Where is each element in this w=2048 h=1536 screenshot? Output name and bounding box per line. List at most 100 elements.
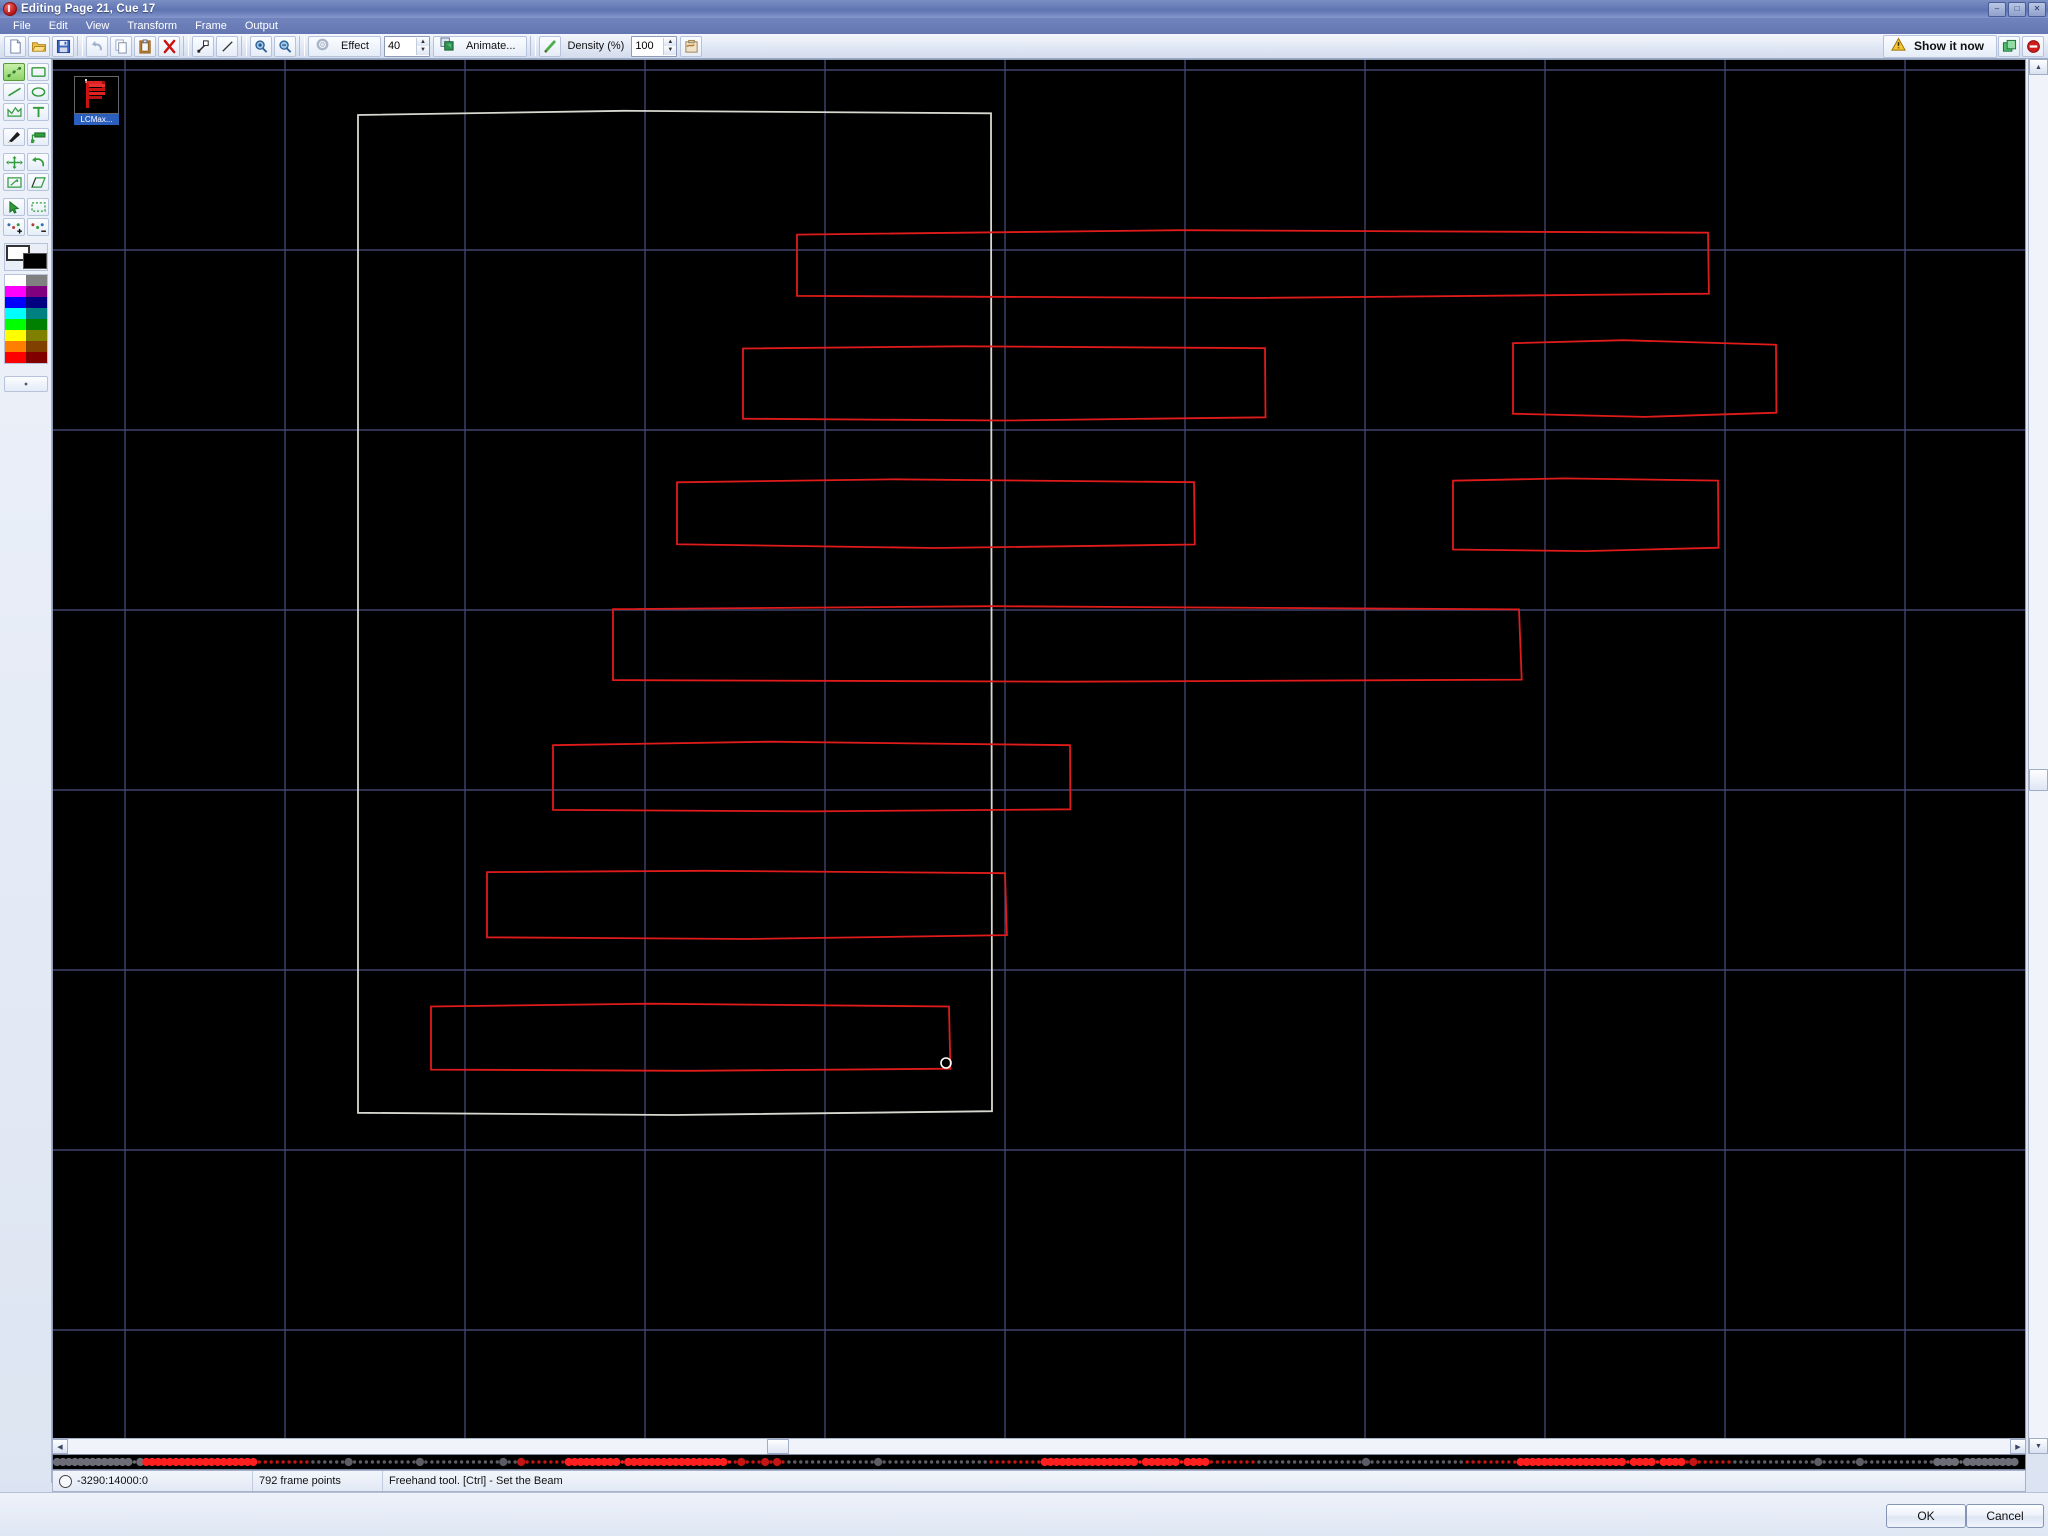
palette-swatch[interactable] [26, 308, 47, 319]
palette-swatch[interactable] [26, 352, 47, 363]
vertical-scrollbar[interactable]: ▲ ▼ [2028, 59, 2048, 1454]
frame-point-dot[interactable] [947, 1460, 952, 1464]
frame-point-dot[interactable] [1870, 1460, 1874, 1464]
show-it-now-button[interactable]: Show it now [1883, 34, 1997, 58]
frame-point-dot[interactable] [1370, 1460, 1374, 1464]
frame-point-dot[interactable] [828, 1460, 833, 1464]
frame-point-dot[interactable] [1025, 1460, 1029, 1464]
frame-point-dot[interactable] [1423, 1460, 1428, 1464]
frame-point-dot[interactable] [1376, 1460, 1380, 1464]
density-input[interactable] [632, 36, 664, 56]
frame-point-dot[interactable] [1328, 1460, 1333, 1464]
frame-point-dot[interactable] [382, 1460, 386, 1464]
frame-point-dot[interactable] [1677, 1457, 1686, 1467]
density-spinner-arrows[interactable]: ▲ ▼ [663, 37, 677, 55]
frame-point-dot[interactable] [1400, 1460, 1404, 1464]
frame-point-dot[interactable] [370, 1460, 375, 1464]
frame-point-dot[interactable] [737, 1457, 746, 1467]
frame-point-dot[interactable] [751, 1460, 755, 1464]
frame-point-dot[interactable] [293, 1460, 297, 1464]
frame-point-dot[interactable] [781, 1460, 785, 1464]
frame-point-dot[interactable] [769, 1460, 773, 1464]
frame-point-dot[interactable] [442, 1460, 446, 1464]
frame-point-dot[interactable] [1171, 1457, 1180, 1467]
delete-button[interactable] [158, 35, 180, 57]
frame-point-dot[interactable] [1129, 1457, 1139, 1467]
frame-point-dot[interactable] [983, 1460, 987, 1464]
frame-point-dot[interactable] [1340, 1460, 1344, 1464]
frame-point-dot[interactable] [1138, 1460, 1142, 1464]
paste-button[interactable] [134, 35, 156, 57]
rectangle-tool[interactable] [27, 63, 49, 81]
frame-point-dot[interactable] [495, 1460, 499, 1464]
frame-point-dot[interactable] [1647, 1457, 1656, 1467]
frame-point-dot[interactable] [394, 1460, 398, 1464]
frame-point-dot[interactable] [1697, 1460, 1701, 1464]
palette-swatch[interactable] [5, 308, 26, 319]
frame-point-dot[interactable] [1733, 1460, 1737, 1464]
save-file-button[interactable] [52, 35, 74, 57]
frame-point-dot[interactable] [132, 1460, 137, 1464]
frame-point-dot[interactable] [846, 1460, 851, 1464]
frame-point-dot[interactable] [513, 1460, 517, 1464]
frame-point-dot[interactable] [727, 1460, 732, 1464]
frame-point-dot[interactable] [1352, 1460, 1356, 1464]
palette-swatch[interactable] [5, 330, 26, 341]
frame-point-dot[interactable] [1923, 1460, 1928, 1464]
frame-point-dot[interactable] [1001, 1460, 1005, 1464]
text-tool[interactable] [27, 103, 49, 121]
density-spinner-up[interactable]: ▲ [664, 37, 677, 46]
frame-point-dot[interactable] [1179, 1460, 1184, 1464]
palette-swatch[interactable] [5, 275, 26, 286]
frame-point-dot[interactable] [1209, 1460, 1214, 1464]
open-file-button[interactable] [28, 35, 50, 57]
frame-point-dot[interactable] [543, 1460, 547, 1464]
frame-point-dot[interactable] [1429, 1460, 1434, 1464]
frame-point-dot[interactable] [810, 1460, 815, 1464]
frame-point-dot[interactable] [465, 1460, 470, 1464]
frame-point-dot[interactable] [1757, 1460, 1761, 1464]
frame-point-dot[interactable] [1263, 1460, 1267, 1464]
menu-file[interactable]: File [4, 18, 40, 34]
color-swatches[interactable] [4, 243, 48, 271]
frame-point-dot[interactable] [561, 1460, 565, 1464]
frame-point-dot[interactable] [1019, 1460, 1023, 1464]
frame-point-dot[interactable] [1417, 1460, 1422, 1464]
vertical-scroll-thumb[interactable] [2029, 769, 2048, 791]
palette-swatch[interactable] [26, 275, 47, 286]
frame-point-dot[interactable] [1382, 1460, 1386, 1464]
frame-point-dot[interactable] [489, 1460, 494, 1464]
cancel-button[interactable]: Cancel [1966, 1504, 2044, 1528]
palette-swatch[interactable] [26, 319, 47, 330]
frame-point-dot[interactable] [1899, 1460, 1904, 1464]
frame-point-dot[interactable] [1245, 1460, 1249, 1464]
frame-point-dot[interactable] [1322, 1460, 1327, 1464]
frame-point-dot[interactable] [1617, 1457, 1626, 1467]
frame-point-dot[interactable] [761, 1457, 770, 1467]
add-points-tool[interactable] [3, 218, 25, 236]
frame-point-dot[interactable] [858, 1460, 862, 1464]
frame-point-dot[interactable] [1763, 1460, 1767, 1464]
frame-point-dot[interactable] [1864, 1460, 1868, 1464]
frame-point-dot[interactable] [1251, 1460, 1255, 1464]
frame-point-dot[interactable] [906, 1460, 910, 1464]
frame-point-dot[interactable] [870, 1460, 874, 1464]
frame-point-dot[interactable] [953, 1460, 958, 1464]
menu-edit[interactable]: Edit [40, 18, 77, 34]
frame-point-dot[interactable] [549, 1460, 553, 1464]
line-button[interactable] [216, 35, 238, 57]
effect-value-stepper[interactable]: ▲ ▼ [383, 35, 430, 57]
frame-point-dot[interactable] [1281, 1460, 1285, 1464]
beam-tool-button[interactable] [539, 35, 562, 57]
frame-point-dot[interactable] [1304, 1460, 1309, 1464]
roller-tool[interactable] [27, 128, 49, 146]
frame-point-dot[interactable] [1893, 1460, 1898, 1464]
frame-point-dot[interactable] [436, 1460, 440, 1464]
frame-point-dot[interactable] [1501, 1460, 1505, 1464]
new-file-button[interactable] [4, 35, 26, 57]
line-tool[interactable] [3, 83, 25, 101]
frame-point-dot[interactable] [1721, 1460, 1725, 1464]
frame-point-dot[interactable] [1013, 1460, 1017, 1464]
palette-swatch[interactable] [26, 286, 47, 297]
select-arrow-tool[interactable] [3, 198, 25, 216]
